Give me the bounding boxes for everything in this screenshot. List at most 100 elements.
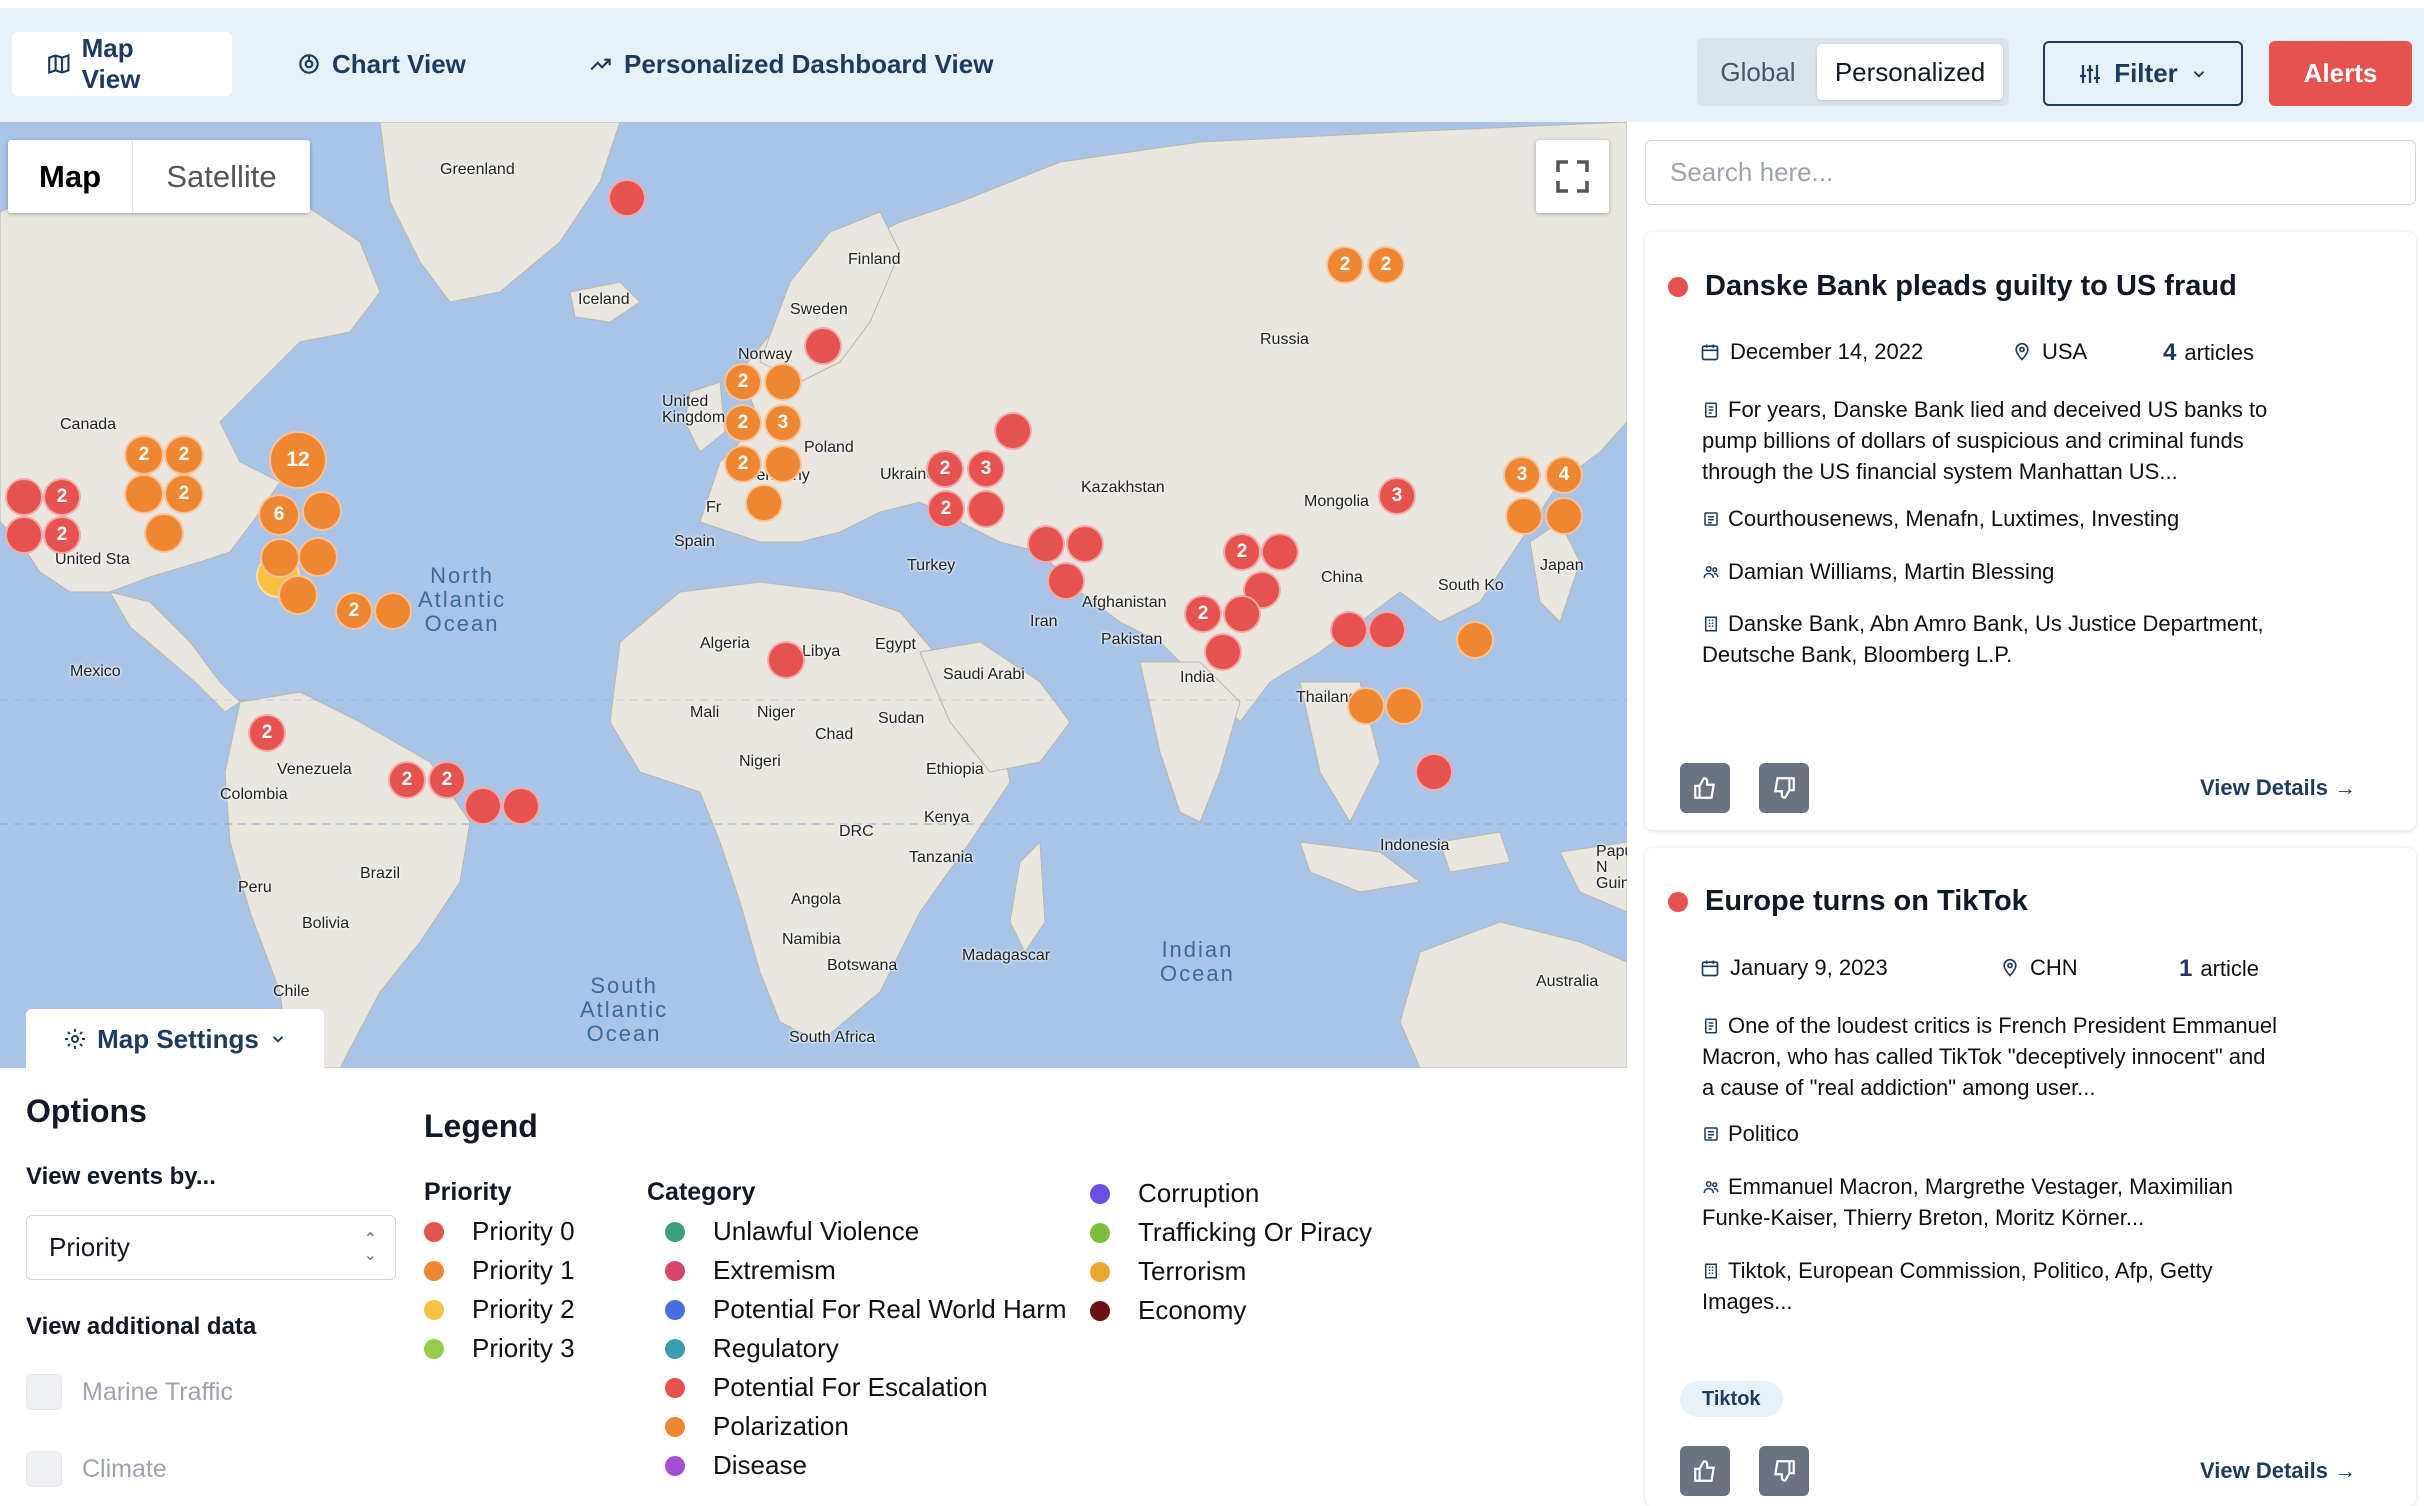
ocean-label: Indian Ocean bbox=[1160, 937, 1235, 986]
tab-map-view[interactable]: Map View bbox=[12, 32, 232, 96]
tab-chart-view[interactable]: Chart View bbox=[262, 32, 500, 96]
event-marker[interactable] bbox=[464, 787, 502, 825]
event-marker[interactable] bbox=[764, 445, 802, 483]
tab-personalized-dashboard[interactable]: Personalized Dashboard View bbox=[554, 32, 1027, 96]
marine-traffic-checkbox[interactable] bbox=[26, 1374, 62, 1410]
thumbs-down-icon bbox=[1774, 1460, 1795, 1482]
event-marker[interactable] bbox=[804, 327, 842, 365]
event-marker[interactable] bbox=[764, 363, 802, 401]
event-card[interactable]: Europe turns on TikTok January 9, 2023 C… bbox=[1645, 848, 2416, 1506]
event-marker[interactable] bbox=[767, 641, 805, 679]
event-marker[interactable] bbox=[967, 490, 1005, 528]
card-title[interactable]: Danske Bank pleads guilty to US fraud bbox=[1705, 270, 2237, 303]
map-place-label: Norway bbox=[738, 346, 793, 363]
event-marker[interactable] bbox=[1415, 753, 1453, 791]
event-marker[interactable] bbox=[124, 474, 164, 514]
event-marker[interactable]: 2 bbox=[1367, 246, 1405, 284]
event-marker[interactable] bbox=[278, 575, 318, 615]
search-input[interactable]: Search here... bbox=[1645, 140, 2416, 205]
event-marker[interactable] bbox=[1027, 525, 1065, 563]
event-marker[interactable] bbox=[144, 513, 184, 553]
map-place-label: Greenland bbox=[440, 161, 515, 178]
event-marker[interactable]: 2 bbox=[927, 490, 965, 528]
event-marker[interactable]: 2 bbox=[124, 435, 164, 475]
event-marker[interactable] bbox=[1368, 611, 1406, 649]
card-title[interactable]: Europe turns on TikTok bbox=[1705, 885, 2028, 918]
event-marker[interactable] bbox=[1223, 595, 1261, 633]
legend-label: Extremism bbox=[713, 1255, 836, 1285]
event-marker[interactable] bbox=[994, 412, 1032, 450]
event-marker[interactable] bbox=[1545, 497, 1583, 535]
marine-traffic-option[interactable]: Marine Traffic bbox=[26, 1374, 233, 1410]
event-marker[interactable] bbox=[298, 537, 338, 577]
climate-checkbox[interactable] bbox=[26, 1451, 62, 1487]
card-people-text: Damian Williams, Martin Blessing bbox=[1728, 559, 2055, 584]
event-marker[interactable] bbox=[1204, 633, 1242, 671]
event-card[interactable]: Danske Bank pleads guilty to US fraud De… bbox=[1645, 232, 2416, 830]
event-marker[interactable]: 6 bbox=[258, 494, 300, 536]
filter-button[interactable]: Filter bbox=[2043, 41, 2243, 106]
event-marker[interactable] bbox=[5, 478, 43, 516]
event-marker[interactable]: 3 bbox=[1503, 456, 1541, 494]
thumbs-down-button[interactable] bbox=[1759, 1446, 1809, 1496]
legend-dot bbox=[665, 1299, 685, 1320]
topic-tag[interactable]: Tiktok bbox=[1680, 1381, 1783, 1417]
thumbs-up-button[interactable] bbox=[1680, 763, 1730, 813]
event-marker[interactable]: 3 bbox=[764, 404, 802, 442]
event-marker[interactable] bbox=[1347, 687, 1385, 725]
event-marker[interactable] bbox=[745, 484, 783, 522]
legend-priority-item: Priority 2 bbox=[424, 1294, 575, 1325]
tab-label: Map View bbox=[81, 33, 141, 94]
event-marker[interactable]: 2 bbox=[724, 404, 762, 442]
event-marker[interactable] bbox=[1330, 611, 1368, 649]
scope-toggle: Global Personalized bbox=[1697, 38, 2009, 106]
event-marker[interactable]: 2 bbox=[1326, 246, 1364, 284]
map-settings-button[interactable]: Map Settings bbox=[26, 1009, 324, 1069]
event-marker[interactable] bbox=[1456, 621, 1494, 659]
scope-personalized[interactable]: Personalized bbox=[1817, 44, 2003, 100]
event-marker[interactable]: 2 bbox=[428, 761, 466, 799]
legend-dot bbox=[1090, 1261, 1110, 1282]
fullscreen-button[interactable] bbox=[1536, 140, 1609, 213]
alerts-button[interactable]: Alerts bbox=[2269, 41, 2412, 106]
event-marker[interactable] bbox=[1385, 687, 1423, 725]
event-marker[interactable]: 3 bbox=[1378, 477, 1416, 515]
view-details-link[interactable]: View Details → bbox=[2200, 1458, 2356, 1484]
view-details-link[interactable]: View Details → bbox=[2200, 775, 2356, 801]
event-marker[interactable] bbox=[1505, 497, 1543, 535]
event-marker[interactable] bbox=[302, 491, 342, 531]
world-map[interactable]: Greenland Iceland Finland Sweden Norway Russi… bbox=[0, 122, 1627, 1068]
event-marker[interactable]: 2 bbox=[1184, 595, 1222, 633]
event-marker[interactable]: 2 bbox=[724, 445, 762, 483]
event-marker[interactable] bbox=[1066, 525, 1104, 563]
map-type-map-button[interactable]: Map bbox=[8, 140, 132, 213]
event-marker[interactable]: 2 bbox=[43, 478, 81, 516]
map-type-satellite-button[interactable]: Satellite bbox=[132, 140, 310, 213]
event-marker[interactable] bbox=[260, 538, 300, 578]
event-marker[interactable]: 2 bbox=[1223, 533, 1261, 571]
tab-label: Personalized Dashboard View bbox=[624, 48, 994, 79]
event-marker[interactable] bbox=[502, 787, 540, 825]
view-events-select[interactable]: Priority ⌃ ⌄ bbox=[26, 1215, 396, 1280]
card-date: December 14, 2022 bbox=[1700, 339, 1923, 365]
climate-option[interactable]: Climate bbox=[26, 1451, 167, 1487]
thumbs-down-button[interactable] bbox=[1759, 763, 1809, 813]
event-marker[interactable]: 3 bbox=[967, 450, 1005, 488]
event-marker[interactable] bbox=[5, 516, 43, 554]
event-marker[interactable] bbox=[374, 592, 412, 630]
event-marker[interactable]: 4 bbox=[1545, 456, 1583, 494]
event-marker[interactable] bbox=[1261, 533, 1299, 571]
event-marker[interactable]: 2 bbox=[43, 516, 81, 554]
event-marker[interactable]: 2 bbox=[926, 450, 964, 488]
event-marker[interactable]: 2 bbox=[164, 474, 204, 514]
event-marker[interactable]: 12 bbox=[269, 431, 327, 489]
event-marker[interactable]: 2 bbox=[335, 592, 373, 630]
event-marker[interactable]: 2 bbox=[164, 435, 204, 475]
event-marker[interactable] bbox=[1047, 562, 1085, 600]
event-marker[interactable]: 2 bbox=[388, 761, 426, 799]
thumbs-up-button[interactable] bbox=[1680, 1446, 1730, 1496]
event-marker[interactable]: 2 bbox=[248, 714, 286, 752]
event-marker[interactable]: 2 bbox=[724, 363, 762, 401]
event-marker[interactable] bbox=[608, 179, 646, 217]
scope-global[interactable]: Global bbox=[1703, 44, 1813, 100]
